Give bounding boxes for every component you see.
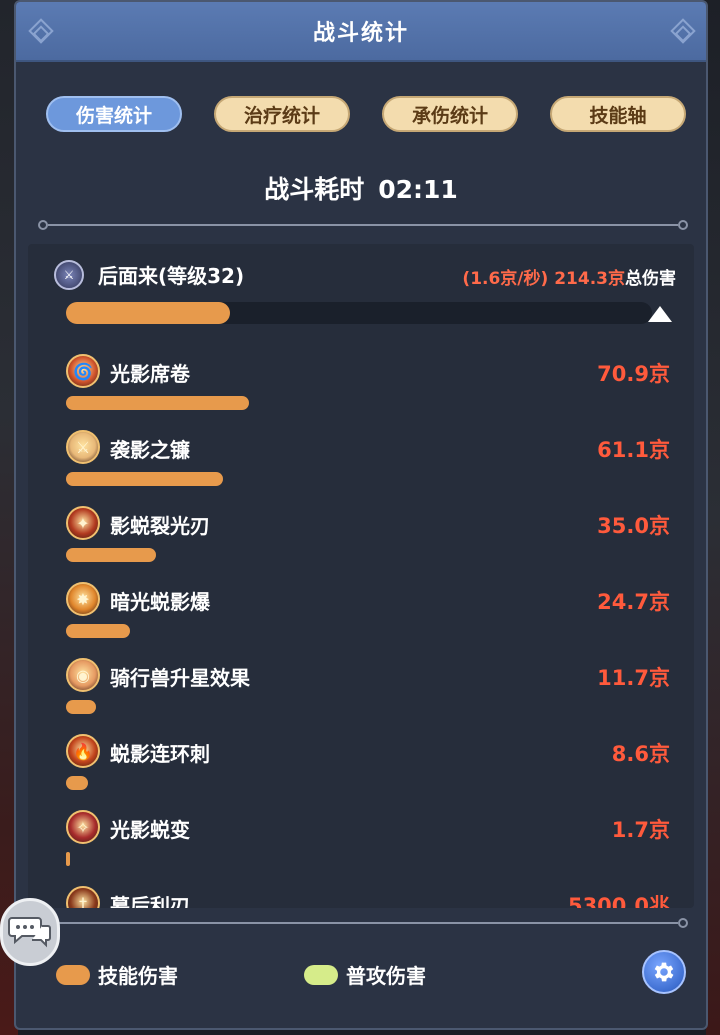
collapse-arrow-icon[interactable] bbox=[648, 306, 672, 322]
skill-damage-bar bbox=[66, 624, 131, 638]
skill-name: 幕后利刃 bbox=[110, 894, 190, 908]
skill-damage-bar bbox=[66, 776, 88, 790]
skill-name: 蜕影连环刺 bbox=[110, 742, 210, 766]
dagger-icon: † bbox=[66, 886, 100, 908]
player-class-icon: ⚔ bbox=[54, 260, 84, 290]
diamond-ornament-icon bbox=[28, 18, 54, 44]
transform-icon: ✧ bbox=[66, 810, 100, 844]
skill-damage-value: 8.6京 bbox=[611, 742, 670, 766]
title-bar: 战斗统计 bbox=[16, 2, 706, 62]
legend-swatch-skill bbox=[56, 964, 90, 985]
total-damage-suffix: 总伤害 bbox=[625, 269, 676, 289]
legend-basic-damage-label: 普攻伤害 bbox=[346, 964, 426, 988]
skill-row[interactable]: 🌀 光影席卷 70.9京 bbox=[28, 348, 694, 424]
player-damage-bar-track bbox=[66, 302, 652, 324]
background-right-edge bbox=[706, 0, 720, 1035]
tab-skill-timeline[interactable]: 技能轴 bbox=[550, 96, 686, 132]
skill-damage-bar bbox=[66, 396, 249, 410]
scythe-icon: ⚔ bbox=[66, 430, 100, 464]
top-divider bbox=[38, 220, 688, 230]
skill-damage-bar bbox=[66, 700, 97, 714]
skill-damage-bar bbox=[66, 548, 156, 562]
chat-bubbles-icon bbox=[8, 917, 51, 948]
player-damage-summary: (1.6京/秒) 214.3京总伤害 bbox=[462, 264, 676, 289]
diamond-ornament-icon bbox=[670, 18, 696, 44]
skill-row[interactable]: 🔥 蜕影连环刺 8.6京 bbox=[28, 728, 694, 804]
skill-row[interactable]: ⚔ 袭影之镰 61.1京 bbox=[28, 424, 694, 500]
player-name: 后面来(等级32) bbox=[98, 264, 245, 288]
settings-button[interactable] bbox=[642, 950, 686, 994]
tab-damage-taken[interactable]: 承伤统计 bbox=[382, 96, 518, 132]
legend-swatch-basic bbox=[304, 964, 338, 985]
skill-damage-value: 5300.0兆 bbox=[567, 894, 670, 908]
tab-healing[interactable]: 治疗统计 bbox=[214, 96, 350, 132]
tab-damage[interactable]: 伤害统计 bbox=[46, 96, 182, 132]
skill-row[interactable]: ◉ 骑行兽升星效果 11.7京 bbox=[28, 652, 694, 728]
player-summary-row[interactable]: ⚔ 后面来(等级32) (1.6京/秒) 214.3京总伤害 bbox=[28, 244, 694, 334]
skill-name: 光影蜕变 bbox=[110, 818, 190, 842]
damage-list[interactable]: ⚔ 后面来(等级32) (1.6京/秒) 214.3京总伤害 🌀 光影席卷 70.9… bbox=[28, 244, 694, 908]
battle-stats-panel: 战斗统计 伤害统计 治疗统计 承伤统计 技能轴 战斗耗时 02:11 ⚔ 后面来(… bbox=[14, 0, 708, 1030]
gear-icon bbox=[654, 962, 674, 982]
whirl-icon: 🌀 bbox=[66, 354, 100, 388]
duration-label: 战斗耗时 bbox=[264, 175, 365, 204]
flame-icon: 🔥 bbox=[66, 734, 100, 768]
player-total-damage: 214.3京 bbox=[554, 269, 625, 289]
skill-damage-bar bbox=[66, 852, 71, 866]
player-dps: (1.6京/秒) bbox=[462, 269, 549, 289]
mount-icon: ◉ bbox=[66, 658, 100, 692]
skill-row[interactable]: ✸ 暗光蜕影爆 24.7京 bbox=[28, 576, 694, 652]
skill-damage-value: 11.7京 bbox=[597, 666, 670, 690]
skill-damage-value: 70.9京 bbox=[597, 362, 670, 386]
legend-skill-damage-label: 技能伤害 bbox=[98, 964, 178, 988]
skill-damage-bar bbox=[66, 472, 224, 486]
skill-name: 袭影之镰 bbox=[110, 438, 190, 462]
skill-row[interactable]: ✦ 影蜕裂光刃 35.0京 bbox=[28, 500, 694, 576]
chat-button[interactable] bbox=[0, 898, 60, 966]
skill-name: 影蜕裂光刃 bbox=[110, 514, 210, 538]
duration-value: 02:11 bbox=[378, 175, 458, 204]
stats-tabs: 伤害统计 治疗统计 承伤统计 技能轴 bbox=[44, 96, 686, 134]
skill-row[interactable]: ✧ 光影蜕变 1.7京 bbox=[28, 804, 694, 880]
window-title: 战斗统计 bbox=[312, 21, 409, 46]
player-damage-bar-fill bbox=[66, 302, 231, 324]
blade-icon: ✦ bbox=[66, 506, 100, 540]
skill-damage-value: 1.7京 bbox=[611, 818, 670, 842]
legend-skill-damage: 技能伤害 bbox=[56, 960, 178, 989]
skill-damage-value: 24.7京 bbox=[597, 590, 670, 614]
burst-icon: ✸ bbox=[66, 582, 100, 616]
skill-damage-value: 35.0京 bbox=[597, 514, 670, 538]
skill-damage-value: 61.1京 bbox=[597, 438, 670, 462]
bottom-divider bbox=[38, 918, 688, 928]
skill-name: 骑行兽升星效果 bbox=[110, 666, 250, 690]
skill-name: 暗光蜕影爆 bbox=[110, 590, 210, 614]
legend-basic-damage: 普攻伤害 bbox=[304, 960, 426, 989]
skill-row[interactable]: † 幕后利刃 5300.0兆 bbox=[28, 880, 694, 908]
skill-name: 光影席卷 bbox=[110, 362, 190, 386]
battle-duration: 战斗耗时 02:11 bbox=[16, 170, 706, 206]
legend: 技能伤害 普攻伤害 bbox=[56, 948, 696, 996]
